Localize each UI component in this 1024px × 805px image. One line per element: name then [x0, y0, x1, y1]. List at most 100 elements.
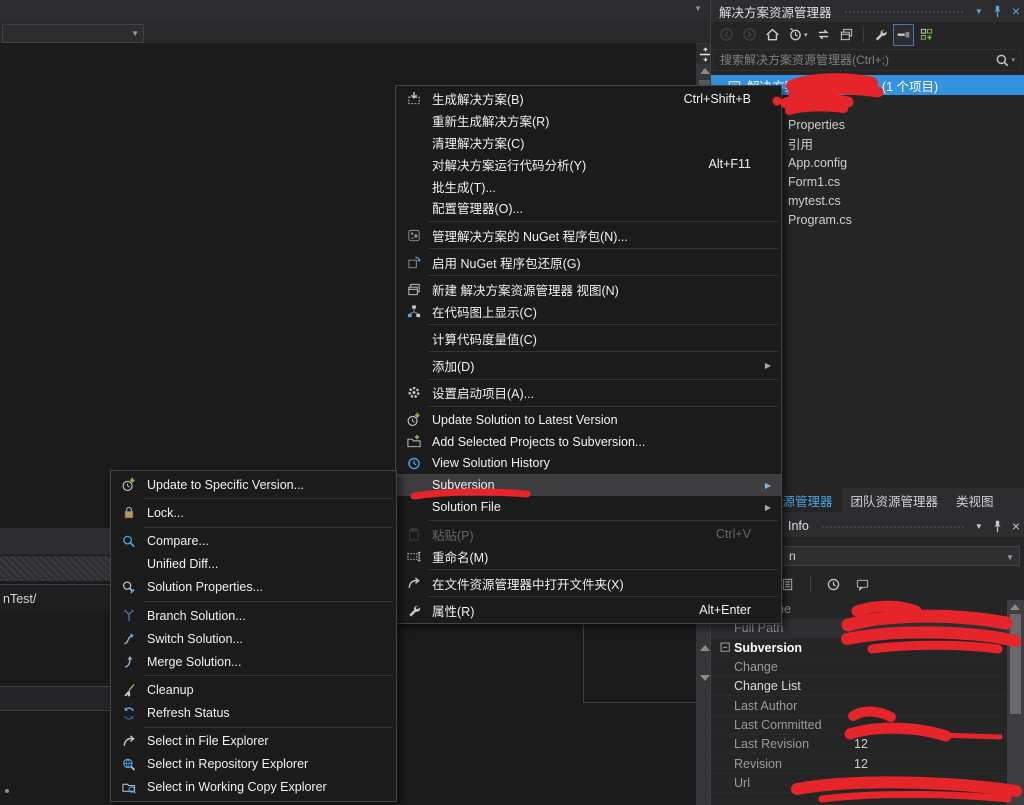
property-row[interactable]: Subversion: [711, 639, 1024, 658]
menu-item[interactable]: Compare... ▶: [111, 530, 396, 553]
menu-item[interactable]: 属性(R) Alt+Enter ▶: [396, 599, 781, 621]
menu-item-label: 添加(D): [432, 356, 474, 375]
property-name: Change List: [734, 679, 854, 693]
close-icon[interactable]: ×: [1012, 4, 1020, 18]
menu-item[interactable]: 重命名(M) ▶: [396, 545, 781, 567]
toolbar-button[interactable]: ▾: [870, 24, 891, 46]
toolbar-button[interactable]: ▾: [813, 24, 834, 46]
menu-item[interactable]: Cleanup ▶: [111, 679, 396, 702]
scroll-up-icon[interactable]: [700, 645, 710, 651]
menu-item[interactable]: Select in File Explorer ▶: [111, 730, 396, 753]
titlebar-grip: [844, 10, 965, 15]
working-copy-explorer-icon: [117, 780, 141, 795]
menu-item[interactable]: 批生成(T)... ▶: [396, 175, 781, 197]
menu-separator: [143, 675, 393, 676]
menu-item[interactable]: View Solution History ▶: [396, 453, 781, 475]
forward-icon: [742, 27, 757, 42]
switch-icon: [117, 631, 141, 646]
menu-item[interactable]: Merge Solution... ▶: [111, 650, 396, 673]
property-row[interactable]: Change: [711, 658, 1024, 677]
toolbar-button[interactable]: ▾: [785, 24, 811, 46]
toolbar-button[interactable]: ▾: [716, 24, 737, 46]
pin-icon[interactable]: [990, 519, 1005, 534]
toolbar-button[interactable]: ▾: [836, 24, 857, 46]
scroll-down-icon[interactable]: [700, 675, 710, 681]
search-icon[interactable]: [995, 53, 1010, 68]
menu-item[interactable]: Select in Working Copy Explorer ▶: [111, 776, 396, 799]
tab-class-view[interactable]: 类视图: [947, 488, 1003, 512]
menu-item[interactable]: Lock... ▶: [111, 501, 396, 524]
menu-item-label: Lock...: [147, 506, 184, 520]
menu-item[interactable]: Refresh Status ▶: [111, 702, 396, 725]
property-row[interactable]: Last Revision 12: [711, 735, 1024, 754]
toolbar-overflow-icon[interactable]: ▼: [694, 4, 702, 13]
property-row[interactable]: Revision 12: [711, 754, 1024, 773]
background-listbox: [583, 618, 697, 703]
toolbar-button[interactable]: ▾: [916, 24, 937, 46]
menu-item[interactable]: Unified Diff... ▶: [111, 553, 396, 576]
menu-item[interactable]: Solution Properties... ▶: [111, 576, 396, 599]
open-folder-icon: [402, 576, 426, 591]
close-icon[interactable]: ×: [1012, 519, 1020, 533]
scrollbar-thumb[interactable]: [1010, 614, 1021, 714]
property-name: Subversion: [734, 641, 854, 655]
menu-item[interactable]: 生成解决方案(B) Ctrl+Shift+B ▶: [396, 88, 781, 110]
solution-explorer-titlebar[interactable]: 解决方案资源管理器 ▼ ×: [711, 0, 1024, 22]
scroll-up-icon[interactable]: [700, 68, 710, 74]
menu-item-label: Switch Solution...: [147, 632, 243, 646]
menu-item-icon: [402, 157, 426, 172]
menu-item[interactable]: 计算代码度量值(C) ▶: [396, 327, 781, 349]
toolbar-button[interactable]: ▾: [823, 573, 844, 595]
menu-item[interactable]: 管理解决方案的 NuGet 程序包(N)... ▶: [396, 224, 781, 246]
toolbar-button[interactable]: ▾: [739, 24, 760, 46]
menu-item-shortcut: Alt+F11: [709, 157, 752, 171]
menu-item[interactable]: 对解决方案运行代码分析(Y) Alt+F11 ▶: [396, 153, 781, 175]
property-row[interactable]: Change List: [711, 677, 1024, 696]
toolbar-button[interactable]: ▾: [852, 573, 873, 595]
tree-item-label: Form1.cs: [788, 175, 840, 189]
toolbar-button[interactable]: ▾: [893, 24, 914, 46]
property-row[interactable]: Url: [711, 774, 1024, 793]
menu-item-shortcut: Ctrl+V: [716, 527, 751, 541]
divider: [0, 710, 111, 711]
nuget-restore-icon: [402, 255, 426, 270]
search-input[interactable]: [714, 53, 995, 67]
status-dot: [5, 789, 9, 793]
menu-item[interactable]: Add Selected Projects to Subversion... ▶: [396, 431, 781, 453]
show-all-files-icon: [919, 27, 934, 42]
toolbar-separator: [863, 27, 864, 43]
menu-item[interactable]: 新建 解决方案资源管理器 视图(N) ▶: [396, 279, 781, 301]
history-icon: [402, 456, 426, 471]
menu-item[interactable]: 在代码图上显示(C) ▶: [396, 300, 781, 322]
menu-item[interactable]: Subversion ▶: [396, 474, 781, 496]
menu-item[interactable]: 添加(D) ▶: [396, 355, 781, 377]
pin-icon[interactable]: [990, 4, 1005, 19]
menu-item[interactable]: 在文件资源管理器中打开文件夹(X) ▶: [396, 572, 781, 594]
menu-item[interactable]: Update to Specific Version... ▶: [111, 473, 396, 496]
chevron-down-icon[interactable]: ▼: [975, 522, 983, 531]
menu-item[interactable]: 启用 NuGet 程序包还原(G) ▶: [396, 251, 781, 273]
tab-team-explorer[interactable]: 团队资源管理器: [842, 488, 948, 512]
gear-icon: [402, 385, 426, 400]
menu-item[interactable]: Select in Repository Explorer ▶: [111, 753, 396, 776]
menu-item[interactable]: 设置启动项目(A)... ▶: [396, 382, 781, 404]
scroll-up-icon[interactable]: [1010, 604, 1020, 610]
menu-item[interactable]: 配置管理器(O)... ▶: [396, 197, 781, 219]
property-row[interactable]: Last Author: [711, 696, 1024, 715]
property-row[interactable]: Last Committed: [711, 716, 1024, 735]
menu-item-label: Add Selected Projects to Subversion...: [432, 435, 645, 449]
menu-item[interactable]: 重新生成解决方案(R) ▶: [396, 110, 781, 132]
menu-item[interactable]: Update Solution to Latest Version ▶: [396, 409, 781, 431]
menu-item[interactable]: 清理解决方案(C) ▶: [396, 132, 781, 154]
chevron-down-icon[interactable]: ▼: [975, 7, 983, 16]
tree-item-label: App.config: [788, 156, 847, 170]
toolbar-combobox[interactable]: ▼: [2, 24, 144, 43]
collapse-expander-icon[interactable]: [720, 642, 731, 653]
menu-item[interactable]: 粘贴(P) Ctrl+V ▶: [396, 523, 781, 545]
toolbar-button[interactable]: ▾: [762, 24, 783, 46]
menu-item[interactable]: Solution File ▶: [396, 496, 781, 518]
menu-item[interactable]: Branch Solution... ▶: [111, 604, 396, 627]
menu-item-label: 启用 NuGet 程序包还原(G): [432, 253, 581, 272]
menu-item[interactable]: Switch Solution... ▶: [111, 627, 396, 650]
chevron-down-icon[interactable]: ▾: [1011, 56, 1015, 64]
